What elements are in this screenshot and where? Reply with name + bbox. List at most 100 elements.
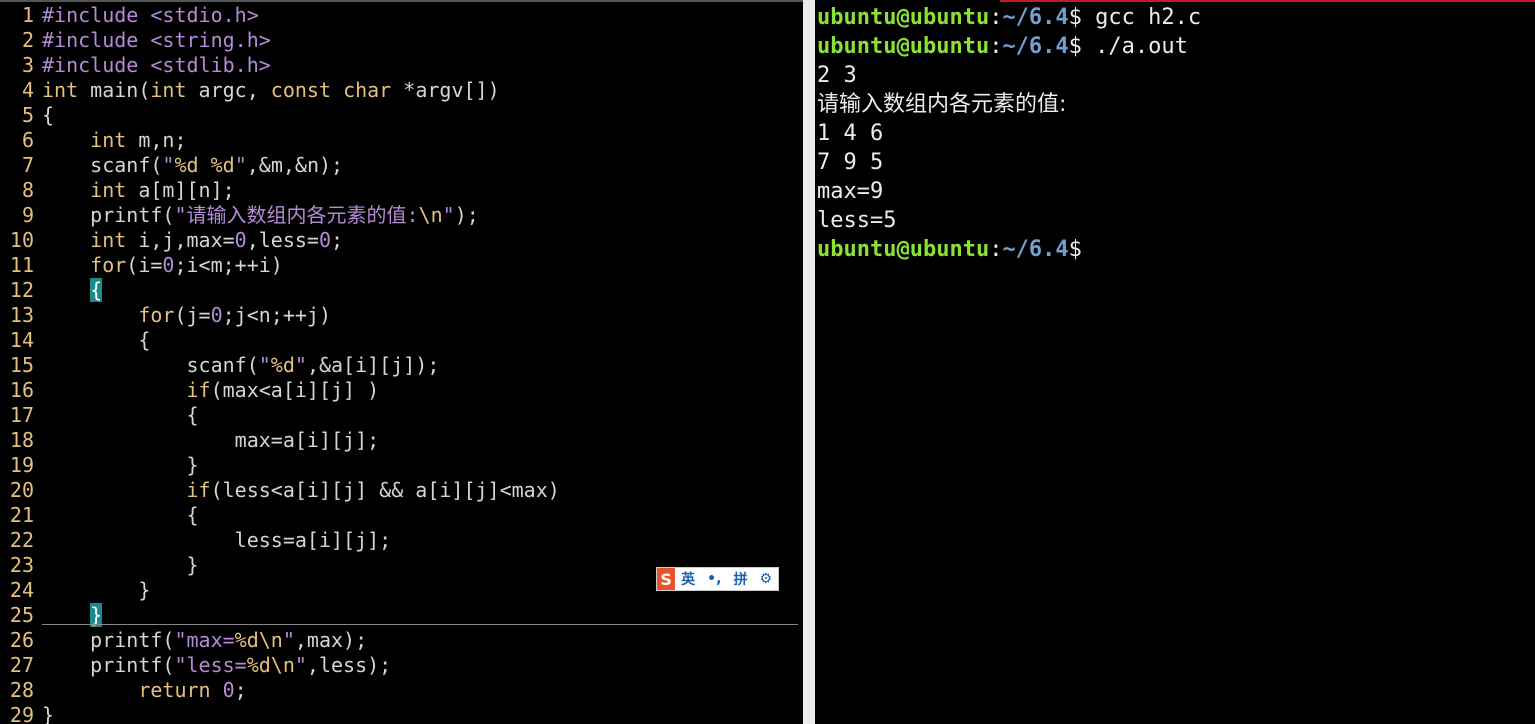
line-number: 25 [9, 603, 34, 627]
code-line[interactable]: 28 return 0; [0, 678, 247, 703]
prompt-separator: : [989, 237, 1003, 262]
prompt-path: ~/6.4 [1002, 5, 1069, 30]
code-line[interactable]: 7 scanf("%d %d",&m,&n); [0, 153, 343, 178]
terminal-output-line: less=5 [817, 208, 897, 233]
code-text[interactable]: return 0; [42, 678, 246, 702]
code-text[interactable]: scanf("%d",&a[i][j]); [42, 353, 439, 377]
code-line[interactable]: 20 if(less<a[i][j] && a[i][j]<max) [0, 478, 560, 503]
code-line[interactable]: 3 #include <stdlib.h> [0, 53, 271, 78]
ime-toolbar[interactable]: S 英 •, 拼 ⚙ [656, 567, 779, 591]
code-text[interactable]: { [42, 103, 54, 127]
cursor-line-underline [42, 624, 798, 625]
code-line[interactable]: 15 scanf("%d",&a[i][j]); [0, 353, 439, 378]
terminal-top-border [1000, 0, 1535, 2]
terminal-pane[interactable]: ubuntu@ubuntu:~/6.4$ gcc h2.c ubuntu@ubun… [815, 0, 1535, 724]
line-number: 1 [21, 3, 34, 27]
code-line[interactable]: 6 int m,n; [0, 128, 187, 153]
command-text: gcc h2.c [1095, 5, 1202, 30]
code-text[interactable]: if(max<a[i][j] ) [42, 378, 380, 402]
code-line[interactable]: 1 #include <stdio.h> [0, 3, 259, 28]
code-line[interactable]: 23 } [0, 553, 199, 578]
code-text[interactable]: printf("less=%d\n",less); [42, 653, 391, 677]
sogou-logo-icon[interactable]: S [657, 568, 676, 590]
code-text[interactable]: } [42, 703, 54, 724]
line-number: 4 [21, 78, 34, 102]
code-line[interactable]: 5{ [0, 103, 54, 128]
prompt-separator: : [989, 34, 1003, 59]
code-text[interactable]: for(j=0;j<n;++j) [42, 303, 331, 327]
code-line[interactable]: 18 max=a[i][j]; [0, 428, 379, 453]
code-text[interactable]: #include <stdio.h> [42, 3, 259, 27]
line-number: 20 [9, 478, 34, 502]
code-text[interactable]: } [42, 553, 198, 577]
gear-icon[interactable]: ⚙ [753, 571, 778, 587]
line-number: 19 [9, 453, 34, 477]
line-number: 16 [9, 378, 34, 402]
code-text[interactable]: for(i=0;i<m;++i) [42, 253, 283, 277]
code-line[interactable]: 12 { [0, 278, 103, 303]
line-number: 12 [9, 278, 34, 302]
line-number: 5 [21, 103, 34, 127]
code-line[interactable]: 11 for(i=0;i<m;++i) [0, 253, 283, 278]
prompt-path: ~/6.4 [1002, 34, 1069, 59]
code-text[interactable]: scanf("%d %d",&m,&n); [42, 153, 343, 177]
vim-editor-pane[interactable]: 1 #include <stdio.h> 2 #include <string.h> 3… [0, 0, 803, 724]
code-text[interactable]: } [42, 453, 198, 477]
line-number: 3 [21, 53, 34, 77]
code-line[interactable]: 10 int i,j,max=0,less=0; [0, 228, 343, 253]
code-text[interactable]: max=a[i][j]; [42, 428, 380, 452]
terminal-prompt-line: ubuntu@ubuntu:~/6.4$ gcc h2.c [817, 3, 1201, 32]
code-line[interactable]: 13 for(j=0;j<n;++j) [0, 303, 331, 328]
code-line[interactable]: 22 less=a[i][j]; [0, 528, 391, 553]
line-number: 22 [9, 528, 34, 552]
code-line[interactable]: 17 { [0, 403, 199, 428]
code-text[interactable]: if(less<a[i][j] && a[i][j]<max) [42, 478, 560, 502]
prompt-user: ubuntu@ubuntu [817, 5, 990, 30]
code-text[interactable]: { [42, 503, 198, 527]
code-text[interactable]: { [42, 403, 198, 427]
code-line[interactable]: 27 printf("less=%d\n",less); [0, 653, 391, 678]
code-text[interactable]: printf("请输入数组内各元素的值:\n"); [42, 203, 479, 227]
line-number: 9 [21, 203, 34, 227]
code-text[interactable]: { [42, 328, 150, 352]
code-text[interactable]: { [42, 278, 103, 302]
terminal-output-line: 1 4 6 [817, 121, 884, 146]
ime-language-toggle[interactable]: 英 [675, 569, 701, 589]
code-line[interactable]: 2 #include <string.h> [0, 28, 271, 53]
ime-punctuation-toggle[interactable]: •, [701, 571, 727, 587]
line-number: 28 [9, 678, 34, 702]
code-line[interactable]: 4 int main(int argc, const char *argv[]) [0, 78, 500, 103]
code-text[interactable]: int m,n; [42, 128, 186, 152]
code-text[interactable]: less=a[i][j]; [42, 528, 392, 552]
code-line[interactable]: 26 printf("max=%d\n",max); [0, 628, 367, 653]
line-number: 8 [21, 178, 34, 202]
prompt-symbol: $ [1068, 237, 1082, 262]
terminal-output-line: 2 3 [817, 63, 857, 88]
code-line[interactable]: 29} [0, 703, 54, 724]
line-number: 21 [9, 503, 34, 527]
code-line[interactable]: 14 { [0, 328, 150, 353]
code-text[interactable]: #include <stdlib.h> [42, 53, 271, 77]
line-number: 13 [9, 303, 34, 327]
prompt-separator: : [989, 5, 1003, 30]
code-line[interactable]: 8 int a[m][n]; [0, 178, 235, 203]
pane-divider[interactable] [803, 0, 815, 724]
line-number: 10 [9, 228, 34, 252]
prompt-path: ~/6.4 [1002, 237, 1069, 262]
code-line[interactable]: 21 { [0, 503, 199, 528]
code-text[interactable]: int main(int argc, const char *argv[]) [42, 78, 500, 102]
code-line[interactable]: 24 } [0, 578, 150, 603]
code-line[interactable]: 9 printf("请输入数组内各元素的值:\n"); [0, 203, 479, 228]
code-text[interactable]: int a[m][n]; [42, 178, 235, 202]
code-line[interactable]: 16 if(max<a[i][j] ) [0, 378, 379, 403]
line-number: 11 [9, 253, 34, 277]
code-line[interactable]: 19 } [0, 453, 199, 478]
command-text: ./a.out [1095, 34, 1188, 59]
code-text[interactable]: } [42, 578, 150, 602]
code-text[interactable]: int i,j,max=0,less=0; [42, 228, 343, 252]
code-text[interactable]: printf("max=%d\n",max); [42, 628, 367, 652]
line-number: 6 [21, 128, 34, 152]
code-text[interactable]: #include <string.h> [42, 28, 271, 52]
ime-pinyin-mode[interactable]: 拼 [727, 569, 753, 589]
line-number: 18 [9, 428, 34, 452]
